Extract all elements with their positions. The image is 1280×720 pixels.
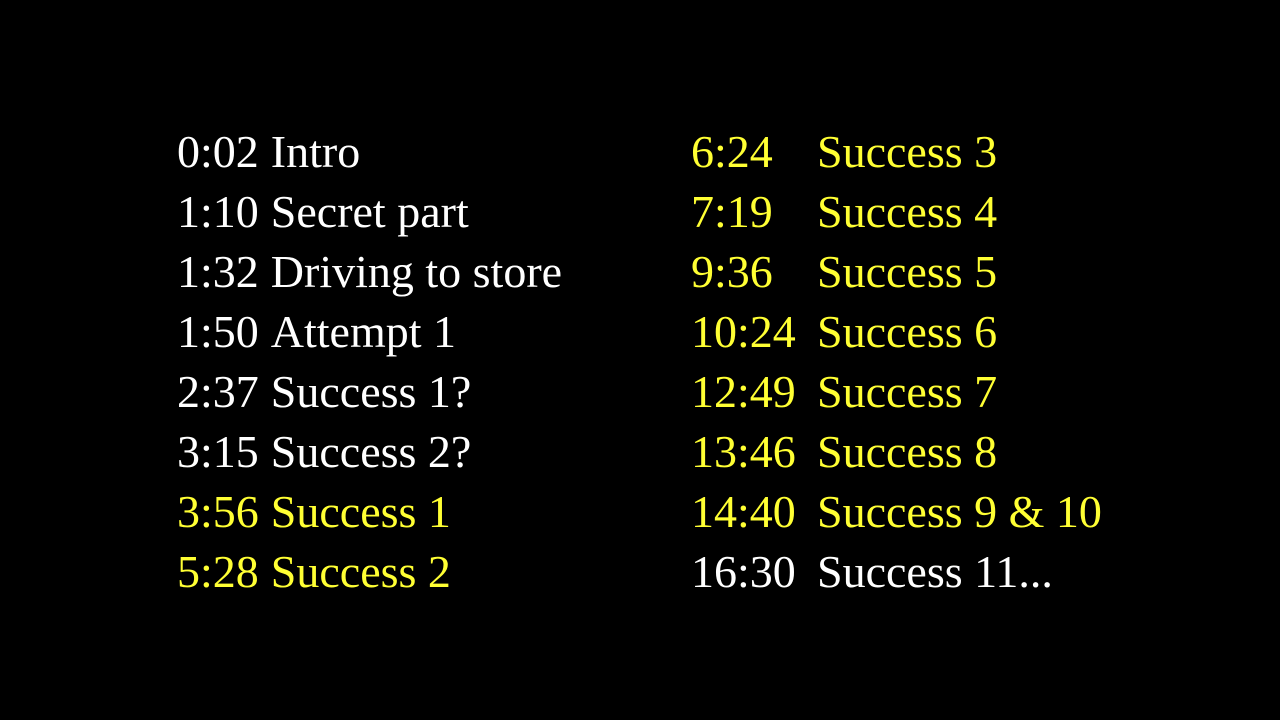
chapter-time: 16:30 <box>691 546 796 597</box>
chapter-row: 16:30 Success 11... <box>691 542 1102 602</box>
chapter-row: 2:37 Success 1? <box>177 362 562 422</box>
chapter-label: Success 1 <box>270 486 451 537</box>
chapter-label: Success 9 & 10 <box>817 486 1102 537</box>
timestamp-slide: 0:02 Intro 1:10 Secret part 1:32 Driving to… <box>0 0 1280 720</box>
chapter-row: 0:02 Intro <box>177 122 562 182</box>
chapter-time: 0:02 <box>177 126 259 177</box>
chapter-time: 7:19 <box>691 186 773 237</box>
chapter-time: 3:15 <box>177 426 259 477</box>
chapter-row: 3:15 Success 2? <box>177 422 562 482</box>
chapter-time: 9:36 <box>691 246 773 297</box>
chapter-row: 12:49 Success 7 <box>691 362 1102 422</box>
chapter-label: Success 3 <box>817 126 998 177</box>
chapter-time: 13:46 <box>691 426 796 477</box>
chapter-label: Success 2? <box>270 426 472 477</box>
chapter-row: 5:28 Success 2 <box>177 542 562 602</box>
chapter-row: 3:56 Success 1 <box>177 482 562 542</box>
chapter-label: Attempt 1 <box>270 306 457 357</box>
chapter-row: 13:46 Success 8 <box>691 422 1102 482</box>
chapter-row: 1:50 Attempt 1 <box>177 302 562 362</box>
chapter-label: Driving to store <box>270 246 563 297</box>
chapter-time: 1:50 <box>177 306 259 357</box>
chapter-row: 1:32 Driving to store <box>177 242 562 302</box>
chapter-row: 9:36 Success 5 <box>691 242 1102 302</box>
chapter-time: 12:49 <box>691 366 796 417</box>
chapter-label: Success 7 <box>817 366 998 417</box>
chapter-time: 3:56 <box>177 486 259 537</box>
left-chapter-column: 0:02 Intro 1:10 Secret part 1:32 Driving to… <box>177 122 562 602</box>
chapter-time: 5:28 <box>177 546 259 597</box>
chapter-label: Success 8 <box>817 426 998 477</box>
chapter-row: 1:10 Secret part <box>177 182 562 242</box>
chapter-label: Secret part <box>270 186 469 237</box>
chapter-label: Success 6 <box>817 306 998 357</box>
chapter-label: Success 5 <box>817 246 998 297</box>
chapter-time: 1:32 <box>177 246 259 297</box>
chapter-row: 7:19 Success 4 <box>691 182 1102 242</box>
chapter-time: 1:10 <box>177 186 259 237</box>
right-chapter-column: 6:24 Success 3 7:19 Success 4 9:36 Success … <box>691 122 1102 602</box>
chapter-time: 6:24 <box>691 126 773 177</box>
chapter-row: 6:24 Success 3 <box>691 122 1102 182</box>
chapter-time: 2:37 <box>177 366 259 417</box>
chapter-row: 10:24 Success 6 <box>691 302 1102 362</box>
chapter-label: Success 2 <box>270 546 451 597</box>
chapter-label: Success 11... <box>817 546 1053 597</box>
chapter-time: 10:24 <box>691 306 796 357</box>
chapter-label: Success 4 <box>817 186 998 237</box>
chapter-time: 14:40 <box>691 486 796 537</box>
chapter-label: Success 1? <box>270 366 472 417</box>
chapter-row: 14:40 Success 9 & 10 <box>691 482 1102 542</box>
chapter-label: Intro <box>270 126 361 177</box>
